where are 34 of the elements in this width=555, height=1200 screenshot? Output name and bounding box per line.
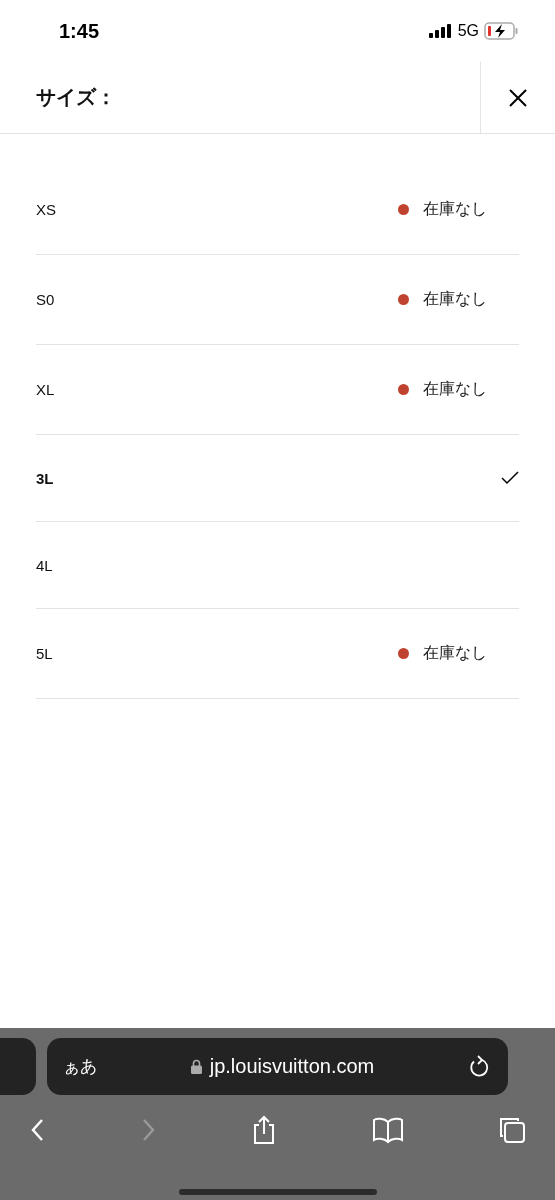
book-icon bbox=[371, 1116, 404, 1144]
forward-icon bbox=[140, 1118, 157, 1142]
size-label: 4L bbox=[36, 556, 53, 574]
back-icon bbox=[30, 1118, 46, 1142]
stock-status: 在庫なし bbox=[423, 379, 487, 399]
size-option[interactable]: 4L bbox=[36, 522, 519, 609]
stock-status: 在庫なし bbox=[423, 289, 487, 309]
size-label: XL bbox=[36, 381, 55, 398]
battery-icon bbox=[484, 22, 519, 40]
reload-icon[interactable] bbox=[468, 1054, 490, 1079]
size-option[interactable]: 3L bbox=[36, 435, 519, 522]
checkmark-icon bbox=[501, 471, 519, 485]
stock-status: 在庫なし bbox=[423, 643, 487, 663]
close-icon bbox=[509, 88, 527, 107]
size-label: 3L bbox=[36, 469, 54, 487]
size-option[interactable]: 5L 在庫なし bbox=[36, 609, 519, 699]
size-label: 5L bbox=[36, 645, 53, 662]
previous-tab-bar[interactable] bbox=[0, 1038, 36, 1095]
text-size-button[interactable]: ぁあ bbox=[63, 1055, 97, 1078]
size-label: S0 bbox=[36, 291, 55, 308]
size-option[interactable]: S0 在庫なし bbox=[36, 255, 519, 345]
signal-icon bbox=[428, 24, 453, 38]
stock-status: 在庫なし bbox=[423, 199, 487, 219]
status-time: 1:45 bbox=[59, 19, 100, 43]
share-icon bbox=[251, 1115, 277, 1145]
address-bar[interactable]: ぁあ jp.louisvuitton.com bbox=[47, 1038, 508, 1095]
size-option[interactable]: XS 在庫なし bbox=[36, 165, 519, 255]
lock-icon bbox=[190, 1059, 202, 1074]
network-label: 5G bbox=[457, 22, 479, 40]
url-text: jp.louisvuitton.com bbox=[209, 1055, 375, 1078]
panel-title: サイズ： bbox=[35, 85, 116, 110]
size-label: XS bbox=[36, 201, 56, 218]
size-option[interactable]: XL 在庫なし bbox=[36, 345, 519, 435]
tabs-icon bbox=[498, 1115, 527, 1145]
